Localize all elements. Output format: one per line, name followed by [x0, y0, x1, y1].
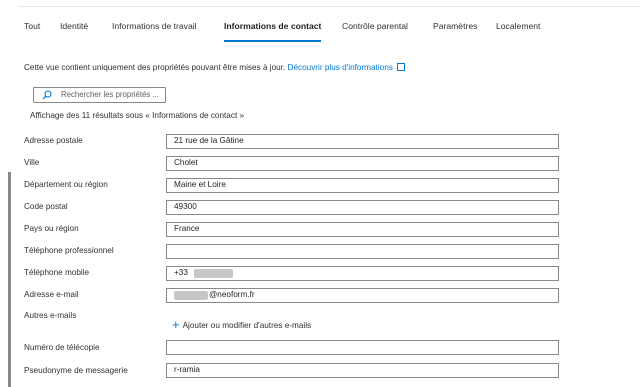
label-postal-code: Code postal — [24, 202, 68, 211]
results-count: Affichage des 11 résultats sous « Inform… — [30, 111, 245, 120]
tab-controle-parental[interactable]: Contrôle parental — [342, 14, 408, 44]
fax-field[interactable] — [166, 340, 559, 355]
search-placeholder: Rechercher les propriétés ... — [61, 90, 159, 99]
email-field[interactable]: @neoform.fr — [166, 288, 559, 303]
email-value: @neoform.fr — [209, 290, 255, 299]
tab-informations-de-travail[interactable]: Informations de travail — [112, 14, 197, 44]
tab-localement[interactable]: Localement — [496, 14, 540, 44]
add-other-emails-label: Ajouter ou modifier d'autres e-mails — [182, 321, 312, 330]
label-fax: Numéro de télécopie — [24, 343, 100, 352]
label-other-emails: Autres e-mails — [24, 311, 77, 320]
postal-address-field[interactable]: 21 rue de la Gâtine — [166, 134, 559, 149]
business-phone-field[interactable] — [166, 244, 559, 259]
label-mobile-phone: Téléphone mobile — [24, 268, 90, 277]
country-value: France — [174, 224, 200, 233]
im-alias-field[interactable]: r-ramia — [166, 363, 559, 378]
search-icon — [42, 90, 52, 100]
scroll-indicator[interactable] — [8, 172, 11, 387]
tab-identite[interactable]: Identité — [60, 14, 88, 44]
label-city: Ville — [24, 158, 40, 167]
add-other-emails-button[interactable]: + Ajouter ou modifier d'autres e-mails — [172, 316, 312, 332]
label-im-alias: Pseudonyme de messagerie — [24, 366, 128, 375]
mobile-phone-field[interactable]: +33 — [166, 266, 559, 281]
redacted-email-user — [174, 291, 208, 300]
top-divider — [18, 6, 640, 7]
im-alias-value: r-ramia — [174, 365, 200, 374]
search-input[interactable]: Rechercher les propriétés ... — [33, 87, 166, 103]
label-postal-address: Adresse postale — [24, 136, 83, 145]
external-link-icon — [396, 63, 405, 71]
description-text: Cette vue contient uniquement des propri… — [24, 63, 286, 72]
postal-address-value: 21 rue de la Gâtine — [174, 136, 244, 145]
state-field[interactable]: Maine et Loire — [166, 178, 559, 193]
tab-informations-de-contact[interactable]: Informations de contact — [224, 14, 322, 44]
state-value: Maine et Loire — [174, 180, 226, 189]
postal-code-value: 49300 — [174, 202, 197, 211]
postal-code-field[interactable]: 49300 — [166, 200, 559, 215]
learn-more-link[interactable]: Découvrir plus d'informations — [288, 63, 405, 72]
tab-parametres[interactable]: Paramètres — [433, 14, 477, 44]
redacted-number — [194, 269, 233, 278]
label-country: Pays ou région — [24, 224, 79, 233]
city-value: Cholet — [174, 158, 198, 167]
label-email: Adresse e-mail — [24, 290, 79, 299]
learn-more-link-label: Découvrir plus d'informations — [287, 63, 393, 72]
city-field[interactable]: Cholet — [166, 156, 559, 171]
mobile-phone-value: +33 — [174, 268, 188, 277]
plus-icon: + — [172, 317, 180, 332]
tab-tout[interactable]: Tout — [24, 14, 40, 44]
label-business-phone: Téléphone professionnel — [24, 246, 114, 255]
country-field[interactable]: France — [166, 222, 559, 237]
label-state: Département ou région — [24, 180, 108, 189]
description: Cette vue contient uniquement des propri… — [24, 62, 405, 72]
